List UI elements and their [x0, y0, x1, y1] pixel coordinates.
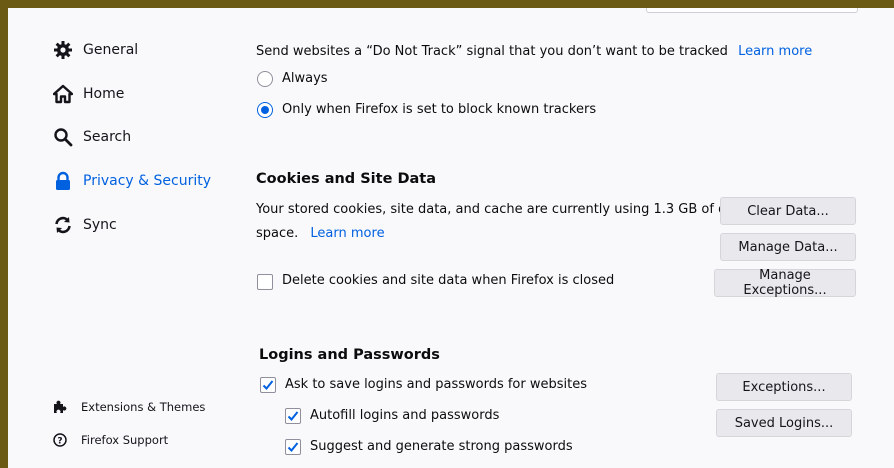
dnt-learn-more-link[interactable]: Learn more	[738, 44, 812, 59]
find-in-settings-input[interactable]	[646, 8, 858, 13]
puzzle-icon	[53, 400, 67, 414]
sidebar-item-label: Extensions & Themes	[81, 400, 206, 414]
search-icon	[53, 127, 73, 147]
suggest-strong-passwords-checkbox[interactable]	[285, 439, 301, 455]
ask-to-save-logins-checkbox[interactable]	[260, 377, 276, 393]
sidebar-item-general[interactable]: General	[53, 40, 138, 60]
autofill-logins-checkbox[interactable]	[285, 408, 301, 424]
sidebar-item-label: Sync	[83, 217, 117, 233]
suggest-strong-passwords-label: Suggest and generate strong passwords	[310, 439, 573, 454]
sidebar-item-label: Privacy & Security	[83, 173, 211, 189]
gear-icon	[53, 40, 73, 60]
autofill-logins-label: Autofill logins and passwords	[310, 408, 500, 423]
sidebar-item-label: General	[83, 42, 139, 58]
logins-exceptions-button[interactable]: Exceptions...	[716, 373, 852, 401]
sidebar-firefox-support-link[interactable]: ? Firefox Support	[53, 433, 168, 447]
preferences-window: General Home Search Privacy & Security S…	[8, 8, 894, 468]
saved-logins-button[interactable]: Saved Logins...	[716, 409, 852, 437]
delete-cookies-on-close-checkbox[interactable]	[257, 274, 273, 290]
sidebar-extensions-themes-link[interactable]: Extensions & Themes	[53, 400, 205, 414]
dnt-only-when-blocking-label: Only when Firefox is set to block known …	[282, 102, 597, 117]
cookies-usage-text-end: space.	[256, 226, 299, 241]
dnt-description: Send websites a “Do Not Track” signal th…	[256, 44, 812, 59]
checkmark-icon	[287, 411, 299, 421]
sync-icon	[53, 215, 73, 235]
checkmark-icon	[262, 380, 274, 390]
sidebar-item-search[interactable]: Search	[53, 127, 131, 147]
ask-to-save-logins-label: Ask to save logins and passwords for web…	[285, 377, 588, 392]
dnt-only-when-blocking-radio[interactable]	[257, 102, 273, 118]
manage-data-button[interactable]: Manage Data...	[720, 233, 856, 261]
sidebar-item-home[interactable]: Home	[53, 84, 124, 104]
sidebar-item-label: Home	[83, 86, 125, 102]
sidebar-item-sync[interactable]: Sync	[53, 215, 117, 235]
checkmark-icon	[287, 442, 299, 452]
sidebar-item-label: Search	[83, 129, 132, 145]
logins-section-heading: Logins and Passwords	[259, 347, 440, 363]
dnt-text: Send websites a “Do Not Track” signal th…	[256, 44, 728, 59]
sidebar-item-privacy-security[interactable]: Privacy & Security	[53, 171, 211, 191]
sidebar-item-label: Firefox Support	[81, 433, 169, 447]
delete-cookies-on-close-label: Delete cookies and site data when Firefo…	[282, 273, 615, 288]
cookies-learn-more-link[interactable]: Learn more	[310, 226, 384, 241]
lock-icon	[53, 171, 73, 191]
svg-text:?: ?	[57, 437, 62, 447]
cookies-usage-text-cont: space. Learn more	[256, 226, 385, 241]
clear-data-button[interactable]: Clear Data...	[720, 197, 856, 225]
help-icon: ?	[53, 433, 67, 447]
cookies-section-heading: Cookies and Site Data	[256, 171, 436, 187]
dnt-always-label: Always	[282, 71, 328, 86]
home-icon	[53, 84, 73, 104]
manage-exceptions-button[interactable]: Manage Exceptions...	[714, 268, 856, 298]
dnt-always-radio[interactable]	[257, 71, 273, 87]
cookies-usage-text: Your stored cookies, site data, and cach…	[256, 202, 745, 217]
